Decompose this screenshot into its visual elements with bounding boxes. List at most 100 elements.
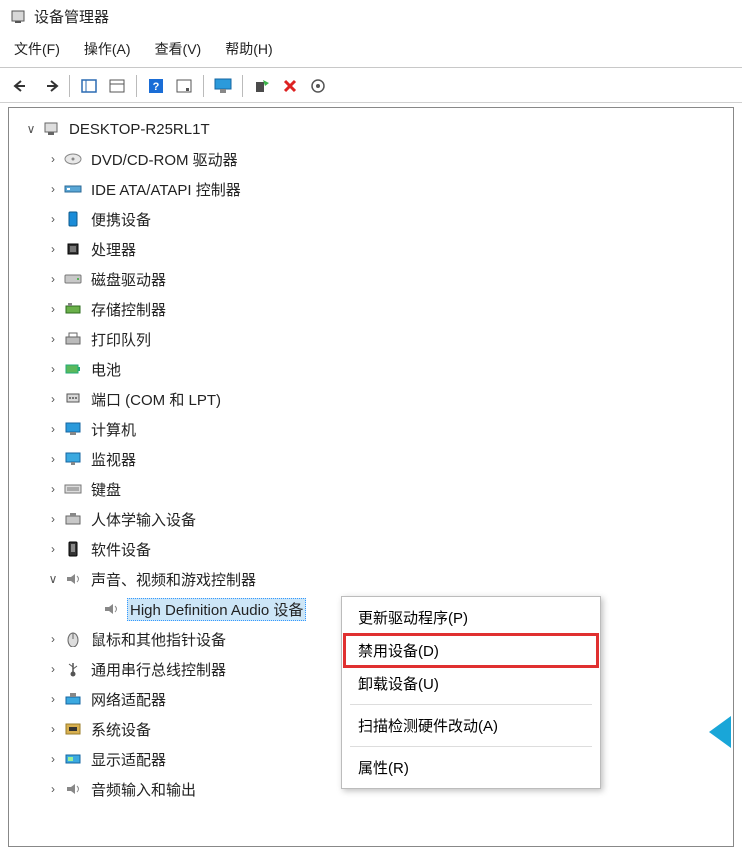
system-device-icon — [63, 720, 83, 738]
tree-node-label: 磁盘驱动器 — [91, 272, 166, 289]
context-menu-update-driver[interactable]: 更新驱动程序(P) — [344, 601, 598, 634]
expander-icon[interactable]: › — [45, 182, 61, 196]
tree-node-label: 声音、视频和游戏控制器 — [91, 572, 256, 589]
tree-node-label: 人体学输入设备 — [91, 512, 196, 529]
tree-root[interactable]: ∨ DESKTOP-R25RL1T — [9, 114, 733, 144]
keyboard-icon — [63, 480, 83, 498]
tree-node[interactable]: ›打印队列 — [9, 324, 733, 354]
expander-icon[interactable]: › — [45, 542, 61, 556]
tree-node-label: 处理器 — [91, 242, 136, 259]
tree-node[interactable]: ›电池 — [9, 354, 733, 384]
expander-icon[interactable]: › — [45, 272, 61, 286]
tree-node[interactable]: ∨ 声音、视频和游戏控制器 — [9, 564, 733, 594]
tree-node[interactable]: ›键盘 — [9, 474, 733, 504]
tree-node[interactable]: › 端口 (COM 和 LPT) — [9, 384, 733, 414]
computer-icon — [63, 420, 83, 438]
delete-icon[interactable] — [278, 74, 302, 98]
forward-arrow-icon[interactable] — [38, 74, 62, 98]
tree-node-label: 系统设备 — [91, 722, 151, 739]
menubar: 文件(F) 操作(A) 查看(V) 帮助(H) — [0, 33, 742, 65]
display-adapter-icon — [63, 750, 83, 768]
sound-icon — [63, 570, 83, 588]
tree-node[interactable]: › IDE ATA/ATAPI 控制器 — [9, 174, 733, 204]
context-menu-separator — [350, 746, 592, 747]
hid-icon — [63, 510, 83, 528]
toolbar-separator — [69, 75, 70, 97]
audio-io-icon — [63, 780, 83, 798]
battery-icon — [63, 360, 83, 378]
tree-node[interactable]: ›计算机 — [9, 414, 733, 444]
context-menu-disable-device[interactable]: 禁用设备(D) — [344, 634, 598, 667]
back-arrow-icon[interactable] — [10, 74, 34, 98]
window-title: 设备管理器 — [34, 6, 109, 27]
tree-node[interactable]: › 人体学输入设备 — [9, 504, 733, 534]
expander-icon[interactable]: › — [45, 422, 61, 436]
tree-node-label: 软件设备 — [91, 542, 151, 559]
context-menu-properties[interactable]: 属性(R) — [344, 751, 598, 784]
expander-icon[interactable]: › — [45, 692, 61, 706]
software-device-icon — [63, 540, 83, 558]
tree-node-label: 显示适配器 — [91, 752, 166, 769]
tree-node-label: High Definition Audio 设备 — [130, 602, 303, 619]
monitor-icon[interactable] — [211, 74, 235, 98]
usb-icon — [63, 660, 83, 678]
tree-node-label: 网络适配器 — [91, 692, 166, 709]
expander-icon[interactable]: › — [45, 362, 61, 376]
expander-icon[interactable]: › — [45, 152, 61, 166]
properties-icon[interactable] — [172, 74, 196, 98]
network-adapter-icon — [63, 690, 83, 708]
disk-drive-icon — [63, 270, 83, 288]
view-mode-icon[interactable] — [105, 74, 129, 98]
menu-view[interactable]: 查看(V) — [155, 39, 202, 59]
expander-icon[interactable]: › — [45, 452, 61, 466]
expander-icon[interactable]: › — [45, 242, 61, 256]
tree-node[interactable]: ›存储控制器 — [9, 294, 733, 324]
expander-icon[interactable]: › — [45, 722, 61, 736]
computer-root-icon — [41, 120, 61, 138]
help-icon[interactable]: ? — [144, 74, 168, 98]
expander-icon[interactable]: › — [45, 332, 61, 346]
tree-node[interactable]: › 软件设备 — [9, 534, 733, 564]
mouse-icon — [63, 630, 83, 648]
context-menu-scan-hardware[interactable]: 扫描检测硬件改动(A) — [344, 709, 598, 742]
portable-device-icon — [63, 210, 83, 228]
tree-node[interactable]: › 磁盘驱动器 — [9, 264, 733, 294]
expander-icon[interactable]: › — [45, 752, 61, 766]
expander-icon[interactable]: › — [45, 482, 61, 496]
expander-icon[interactable]: › — [45, 632, 61, 646]
svg-text:?: ? — [153, 81, 160, 93]
tree-node-label: 端口 (COM 和 LPT) — [91, 392, 221, 409]
show-hide-console-icon[interactable] — [77, 74, 101, 98]
expander-icon[interactable]: › — [45, 212, 61, 226]
expander-icon[interactable]: › — [45, 782, 61, 796]
expander-icon[interactable]: › — [45, 512, 61, 526]
context-menu-uninstall-device[interactable]: 卸载设备(U) — [344, 667, 598, 700]
pointer-hint-icon — [709, 716, 731, 748]
controller-icon — [63, 180, 83, 198]
menu-help[interactable]: 帮助(H) — [225, 39, 272, 59]
print-queue-icon — [63, 330, 83, 348]
expander-icon[interactable]: › — [45, 302, 61, 316]
tree-node[interactable]: ›监视器 — [9, 444, 733, 474]
tree-node-label: IDE ATA/ATAPI 控制器 — [91, 182, 241, 199]
expander-icon[interactable]: › — [45, 662, 61, 676]
menu-action[interactable]: 操作(A) — [84, 39, 131, 59]
context-menu-separator — [350, 704, 592, 705]
tree-node-label: 鼠标和其他指针设备 — [91, 632, 226, 649]
expander-icon[interactable]: ∨ — [45, 572, 61, 586]
tree-node-label: 便携设备 — [91, 212, 151, 229]
tree-node[interactable]: ›DVD/CD-ROM 驱动器 — [9, 144, 733, 174]
enable-device-icon[interactable] — [250, 74, 274, 98]
tree-node[interactable]: › 处理器 — [9, 234, 733, 264]
toolbar: ? — [0, 70, 742, 103]
toolbar-separator — [136, 75, 137, 97]
tree-node[interactable]: › 便携设备 — [9, 204, 733, 234]
menu-file[interactable]: 文件(F) — [14, 39, 60, 59]
context-menu: 更新驱动程序(P)禁用设备(D)卸载设备(U) 扫描检测硬件改动(A) 属性(R) — [341, 596, 601, 789]
tree-node-label: 音频输入和输出 — [91, 782, 196, 799]
tree-node-label: DESKTOP-R25RL1T — [69, 121, 210, 138]
scan-hardware-icon[interactable] — [306, 74, 330, 98]
expander-icon[interactable]: › — [45, 392, 61, 406]
disc-drive-icon — [63, 150, 83, 168]
expander-icon[interactable]: ∨ — [23, 122, 39, 136]
